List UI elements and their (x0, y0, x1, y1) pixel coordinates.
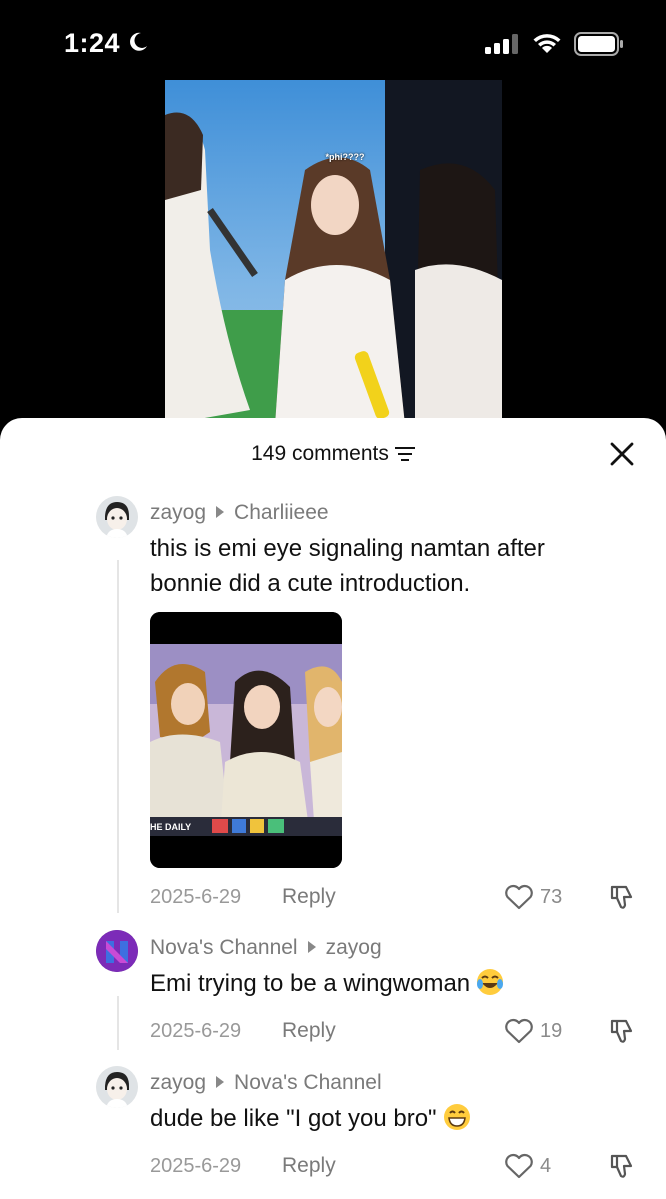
reply-arrow-icon (307, 941, 316, 954)
reply-button[interactable]: Reply (282, 1019, 336, 1043)
cellular-signal-icon (485, 34, 518, 54)
reply-to-username[interactable]: zayog (326, 936, 382, 959)
close-icon[interactable] (608, 440, 636, 468)
laughing-tears-emoji-icon (477, 969, 504, 995)
comment-text-row: Emi trying to be a wingwoman (150, 966, 630, 1001)
avatar-image (96, 930, 138, 972)
heart-icon[interactable] (504, 884, 534, 910)
comment-meta: zayog Charliieee (150, 501, 329, 525)
avatar-image (96, 1066, 138, 1108)
reply-to-username[interactable]: Charliieee (234, 501, 329, 524)
avatar[interactable] (96, 1066, 138, 1108)
reply-to-username[interactable]: Nova's Channel (234, 1071, 382, 1094)
comment-meta: zayog Nova's Channel (150, 1071, 382, 1095)
heart-icon[interactable] (504, 1018, 534, 1044)
comment-count-label: 149 comments (251, 442, 389, 465)
comment-username[interactable]: zayog (150, 1071, 206, 1094)
thumbs-down-icon[interactable] (608, 1017, 636, 1045)
status-time: 1:24 (64, 28, 121, 58)
wifi-icon (533, 34, 561, 53)
like-count: 73 (540, 886, 563, 908)
reply-button[interactable]: Reply (282, 885, 336, 909)
comments-header: 149 comments (0, 418, 666, 488)
comment-text: this is emi eye signaling namtan after b… (150, 535, 545, 597)
heart-icon[interactable] (504, 1153, 534, 1179)
video-caption: *phi???? (325, 152, 365, 162)
avatar[interactable] (96, 496, 138, 538)
avatar-image (96, 496, 138, 538)
thumbs-down-icon[interactable] (608, 883, 636, 911)
comment-username[interactable]: Nova's Channel (150, 936, 298, 959)
comment-username[interactable]: zayog (150, 501, 206, 524)
thumbs-down-icon[interactable] (608, 1152, 636, 1180)
reply-arrow-icon (216, 506, 225, 519)
comment-date: 2025-6-29 (150, 1155, 242, 1177)
reply-arrow-icon (216, 1076, 225, 1089)
comment-count[interactable]: 149 comments (0, 442, 666, 466)
comment-meta: Nova's Channel zayog (150, 936, 382, 960)
image-watermark: HE DAILY (150, 822, 192, 832)
moon-icon (130, 32, 147, 51)
comment-date: 2025-6-29 (150, 886, 242, 908)
avatar[interactable] (96, 930, 138, 972)
comment-image[interactable]: HE DAILY (150, 612, 342, 868)
comment-date: 2025-6-29 (150, 1020, 242, 1042)
video-player[interactable]: *phi???? (165, 80, 502, 425)
like-count: 4 (540, 1155, 552, 1177)
reply-button[interactable]: Reply (282, 1154, 336, 1178)
comment-text-row: dude be like "I got you bro" (150, 1101, 630, 1136)
grinning-emoji-icon (443, 1104, 470, 1130)
status-bar: 1:24 (0, 0, 666, 80)
comment-text: Emi trying to be a wingwoman (150, 970, 471, 997)
comments-sheet: 149 comments zayog Charliieee this is em… (0, 418, 666, 1199)
sort-filter-icon[interactable] (394, 446, 415, 462)
thread-line (117, 560, 119, 913)
battery-icon (574, 32, 623, 56)
comment-text: dude be like "I got you bro" (150, 1105, 437, 1132)
thread-line (117, 996, 119, 1050)
like-count: 19 (540, 1020, 563, 1042)
video-frame (165, 80, 502, 425)
